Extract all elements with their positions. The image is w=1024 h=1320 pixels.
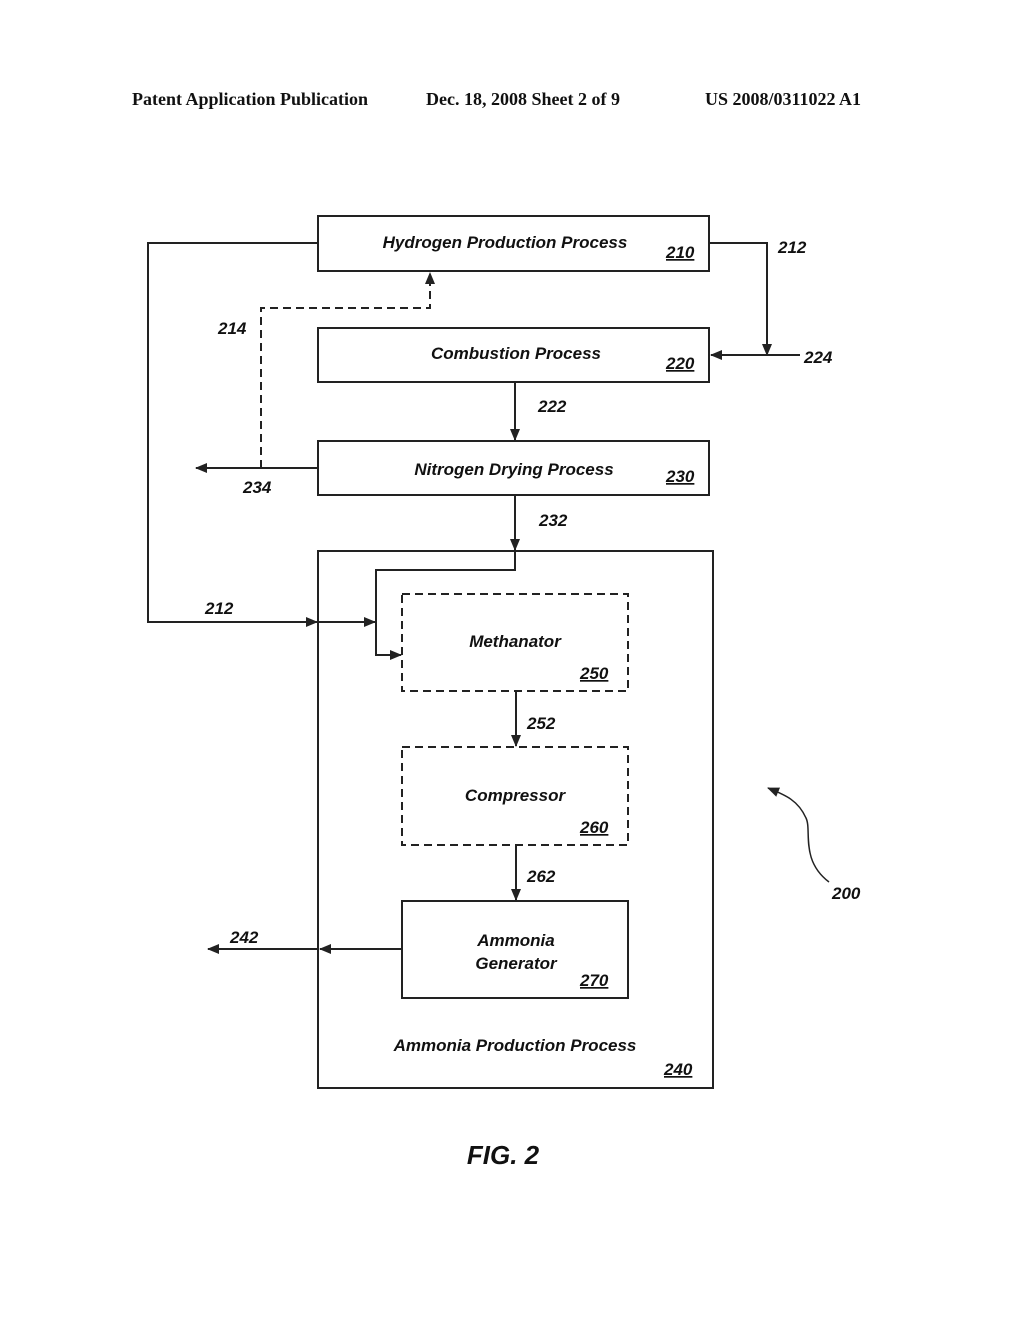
stream-252-label: 252 [526, 714, 556, 733]
nitrogen-label: Nitrogen Drying Process [414, 460, 613, 479]
stream-212-right-line [709, 242, 772, 356]
figure-label: FIG. 2 [467, 1140, 540, 1170]
stream-234-label: 234 [242, 478, 272, 497]
methanator-label: Methanator [469, 632, 562, 651]
stream-242-label: 242 [229, 928, 259, 947]
stream-212-left-line [147, 242, 318, 627]
stream-224-label: 224 [803, 348, 833, 367]
generator-ref: 270 [579, 971, 609, 990]
generator-label-line2: Generator [475, 954, 558, 973]
nitrogen-ref: 230 [665, 467, 695, 486]
process-diagram: Hydrogen Production Process 210 Combusti… [147, 215, 861, 1170]
stream-212-left-label: 212 [204, 599, 234, 618]
system-200-label: 200 [831, 884, 861, 903]
stream-214-label: 214 [217, 319, 247, 338]
methanator-ref: 250 [579, 664, 609, 683]
ammonia-process-ref: 240 [663, 1060, 693, 1079]
combustion-label: Combustion Process [431, 344, 601, 363]
system-200-leader [767, 787, 830, 883]
stream-232-label: 232 [538, 511, 568, 530]
stream-212-top-label: 212 [777, 238, 807, 257]
compressor-label: Compressor [465, 786, 567, 805]
compressor-ref: 260 [579, 818, 609, 837]
stream-222-label: 222 [537, 397, 567, 416]
combustion-ref: 220 [665, 354, 695, 373]
hydrogen-ref: 210 [665, 243, 695, 262]
generator-label-line1: Ammonia [476, 931, 554, 950]
ammonia-process-label: Ammonia Production Process [393, 1036, 637, 1055]
stream-262-label: 262 [526, 867, 556, 886]
hydrogen-label: Hydrogen Production Process [383, 233, 628, 252]
